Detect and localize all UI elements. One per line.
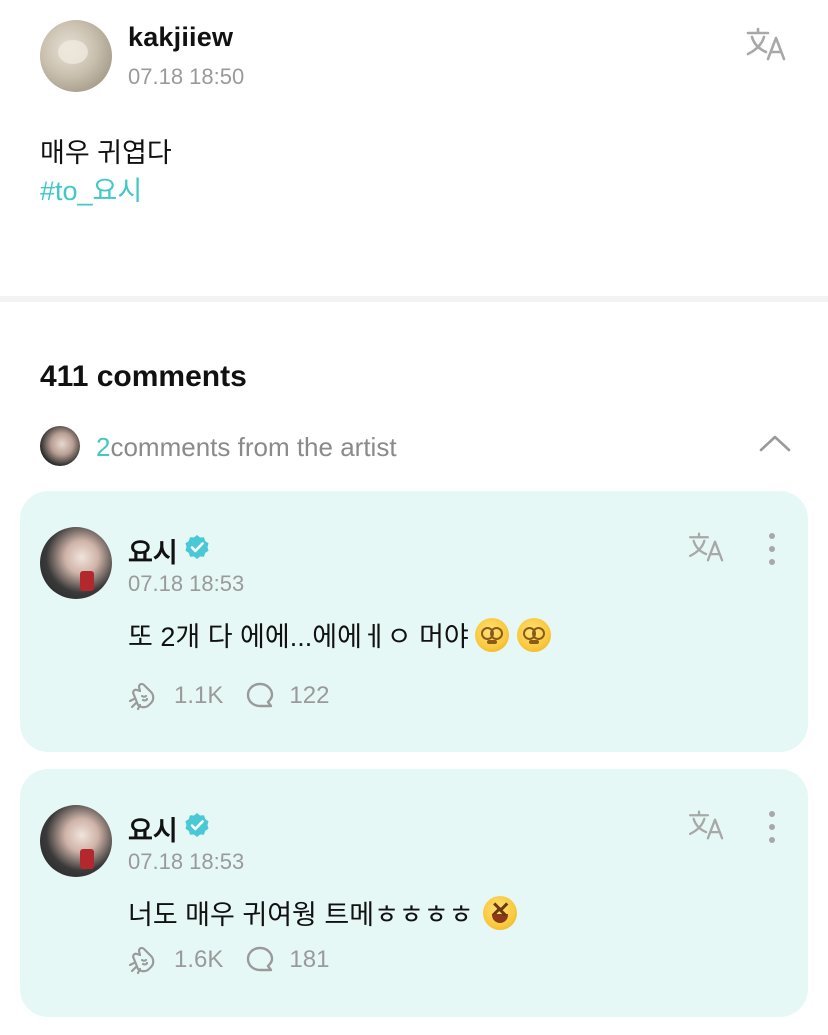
like-count: 1.6K [174,946,224,973]
post-text: 매우 귀엽다 [40,138,172,168]
more-options-icon[interactable] [764,533,780,573]
translate-icon[interactable] [686,531,728,563]
dizzy-face-emoji [474,617,509,652]
post-timestamp: 07.18 18:50 [128,64,245,89]
comment-text-content: 또 2개 다 에에...에에ㅔㅇ 머야 [128,622,469,652]
comment-text-content: 너도 매우 귀여웡 트메ㅎㅎㅎㅎ [128,900,474,930]
like-button[interactable]: 1.1K [128,681,223,711]
translate-icon[interactable] [686,809,728,841]
more-options-icon[interactable] [764,811,780,851]
cheer-icon [128,682,155,711]
comment-timestamp: 07.18 18:53 [128,849,245,874]
cheer-icon [128,946,155,975]
like-count: 1.1K [174,682,224,709]
comment-bubble-icon [247,682,274,708]
verified-badge-icon [184,534,210,567]
comment-author[interactable]: 요시 [128,531,210,570]
artist-comment-card: 요시 07.18 18:53 너도 매우 귀여웡 트메ㅎㅎㅎㅎ 1.6K 181 [20,769,808,1017]
reply-count: 122 [289,682,330,709]
reply-count: 181 [289,946,330,973]
comment-actions: 1.1K 122 [128,681,351,711]
comment-text: 또 2개 다 에에...에에ㅔㅇ 머야 [128,615,551,654]
comment-actions: 1.6K 181 [128,945,351,975]
artist-avatar [40,426,80,466]
laughing-face-emoji [483,895,518,930]
comment-author-name: 요시 [128,538,178,568]
chevron-up-icon[interactable] [758,432,792,459]
comments-count: 411 comments [40,360,247,393]
dizzy-face-emoji [516,617,551,652]
section-divider [0,296,828,302]
reply-button[interactable]: 181 [245,945,329,975]
verified-badge-icon [184,812,210,845]
comment-author[interactable]: 요시 [128,809,210,848]
post-author-avatar[interactable] [40,20,112,92]
post-hashtag[interactable]: #to_요시 [40,172,172,210]
artist-comment-card: 요시 07.18 18:53 또 2개 다 에에...에에ㅔㅇ 머야 1.1K [20,491,808,752]
comment-author-avatar[interactable] [40,805,112,877]
like-button[interactable]: 1.6K [128,945,223,975]
artist-comments-count: 2 [96,432,111,462]
post-body: 매우 귀엽다 #to_요시 [40,134,172,210]
artist-comments-text: comments from the artist [110,432,397,462]
translate-icon[interactable] [744,26,790,62]
comment-text: 너도 매우 귀여웡 트메ㅎㅎㅎㅎ [128,893,518,932]
comment-author-name: 요시 [128,816,178,846]
post-author-name[interactable]: kakjiiew [128,22,233,53]
reply-button[interactable]: 122 [245,681,329,711]
artist-comments-label: 2comments from the artist [96,432,397,463]
comment-author-avatar[interactable] [40,527,112,599]
artist-comments-toggle[interactable]: 2comments from the artist [40,426,792,466]
comment-timestamp: 07.18 18:53 [128,571,245,596]
comment-bubble-icon [247,946,274,972]
